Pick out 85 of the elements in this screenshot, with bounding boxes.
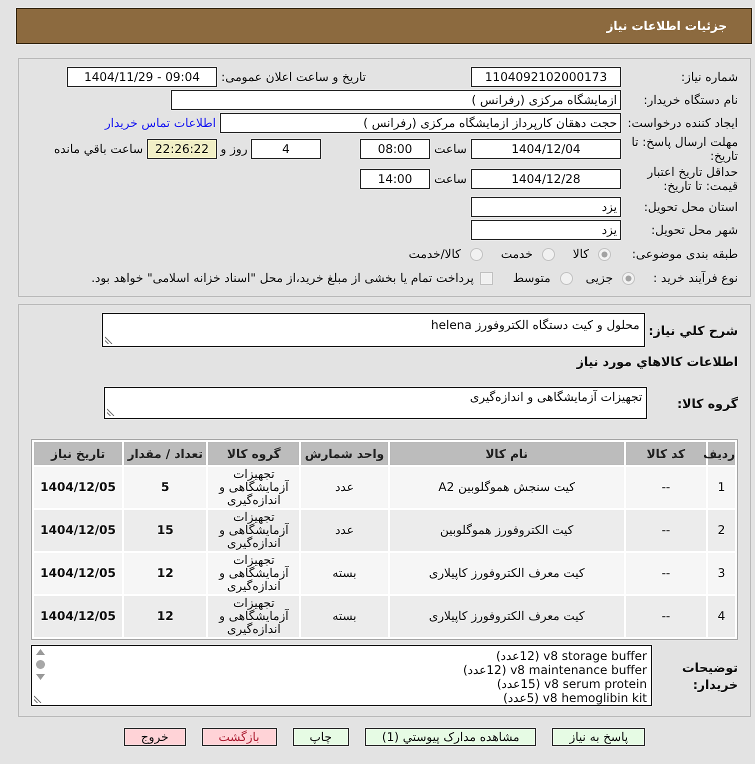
resize-grip-icon[interactable] [105,336,113,344]
table-cell: -- [626,467,706,508]
description-field[interactable]: محلول و کیت دستگاه الکتروفورز helena [102,313,645,347]
radio-label: جزیی [586,271,613,285]
buyer-name-field[interactable]: ازمایشگاه مرکزی (رفرانس ) [171,90,621,110]
table-cell: 1404/12/05 [34,553,122,594]
table-cell: کیت الکتروفورز هموگلوبین [390,510,624,551]
table-cell: -- [626,596,706,637]
field-label: طبقه بندی موضوعی: [630,247,738,261]
table-cell: 1404/12/05 [34,596,122,637]
table-cell: کیت معرف الکتروفورز کاپیلاری [390,553,624,594]
field-label: حداقل تاریخ اعتبار قیمت: تا تاریخ: [646,165,738,193]
buyer-notes-field[interactable]: v8 storage buffer (12عدد) v8 maintenance buffer (12عدد) v8 serum protein (15عدد) v8 hemoglibin kit (5عدد) [31,645,652,706]
goods-group-field[interactable]: تجهیزات آزمایشگاهی و اندازه‌گیری [104,387,648,419]
radio-label: متوسط [512,271,551,285]
back-button[interactable]: بازگشت [202,728,276,746]
field-label: ساعت [433,142,468,156]
field-label: تاریخ و ساعت اعلان عمومی: [220,70,366,84]
section-heading: اطلاعات کالاهاي مورد نياز [575,354,738,370]
table-cell: 3 [708,553,735,594]
field-label: شهر محل تحویل: [650,223,738,237]
field-label: نوع فرآیند خرید : [652,271,738,285]
field-label: شماره نیاز: [680,70,738,84]
column-header: گروه کالا [208,442,300,465]
announcement-date-field[interactable]: 1404/11/29 - 09:04 [67,67,217,87]
column-header: تاریخ نیاز [34,442,122,465]
radio-label: کالا/خدمت [408,247,461,261]
table-cell: 12 [124,596,206,637]
checkbox-label: پرداخت تمام یا بخشی از مبلغ خرید،از محل "اسناد خزانه اسلامی" خواهد بود. [91,271,474,285]
table-cell: -- [626,510,706,551]
table-cell: کیت سنجش هموگلوبین A2 [390,467,624,508]
column-header: نام کالا [390,442,624,465]
time-field[interactable]: 14:00 [360,169,430,189]
radio-label: خدمت [500,247,533,261]
reply-button[interactable]: پاسخ به نیاز [552,728,646,746]
field-label: گروه کالا: [677,394,738,412]
table-cell: تجهیزات آزمایشگاهی و اندازه‌گیری [208,596,300,637]
page-title: جزئیات اطلاعات نیاز [606,19,727,33]
field-label: توضیحات خریدار: [681,658,738,692]
need-number-field[interactable]: 1104092102000173 [471,67,621,87]
resize-grip-icon[interactable] [107,408,115,416]
table-cell: 15 [124,510,206,551]
table-cell: 1404/12/05 [34,510,122,551]
table-cell: 4 [708,596,735,637]
exit-button[interactable]: خروج [124,728,186,746]
requester-field[interactable]: حجت دهقان کارپرداز ازمایشگاه مرکزی (رفرانس ) [220,113,621,133]
date-field[interactable]: 1404/12/28 [471,169,621,189]
radio-label: کالا [572,247,589,261]
city-field[interactable]: یزد [471,220,621,240]
table-cell: عدد [301,467,388,508]
table-cell: 12 [124,553,206,594]
scroll-thumb-icon[interactable] [36,660,45,669]
table-cell: بسته [301,596,388,637]
table-cell: تجهیزات آزمایشگاهی و اندازه‌گیری [208,553,300,594]
scroll-up-icon[interactable] [36,649,45,655]
table-cell: 1404/12/05 [34,467,122,508]
field-label: استان محل تحویل: [642,200,738,214]
table-cell: 2 [708,510,735,551]
date-field[interactable]: 1404/12/04 [471,139,621,159]
days-field[interactable]: 4 [251,139,321,159]
field-label: ایجاد کننده درخواست: [626,116,738,130]
field-label: روز و [219,142,248,156]
table-cell: 1 [708,467,735,508]
contact-link[interactable]: اطلاعات تماس خریدار [104,116,216,130]
print-button[interactable]: چاپ [292,728,349,746]
field-label: ساعت [433,172,468,186]
table-cell: بسته [301,553,388,594]
table-cell: تجهیزات آزمایشگاهی و اندازه‌گیری [208,510,300,551]
attachments-button[interactable]: مشاهده مدارک پیوستي (1) [364,728,536,746]
field-label: شرح کلي نياز: [648,322,738,338]
resize-grip-icon[interactable] [34,695,42,703]
table-cell: -- [626,553,706,594]
field-label: ساعت باقي مانده [54,142,143,156]
field-label: نام دستگاه خریدار: [642,93,738,107]
column-header: واحد شمارش [301,442,388,465]
province-field[interactable]: یزد [471,197,621,217]
table-cell: عدد [301,510,388,551]
countdown-field: 22:26:22 [147,139,217,159]
table-cell: کیت معرف الکتروفورز کاپیلاری [390,596,624,637]
table-cell: 5 [124,467,206,508]
table-cell: تجهیزات آزمایشگاهی و اندازه‌گیری [208,467,300,508]
column-header: تعداد / مقدار [124,442,206,465]
field-label: مهلت ارسال پاسخ: تا تاریخ: [630,135,738,163]
scroll-down-icon[interactable] [36,674,45,680]
time-field[interactable]: 08:00 [360,139,430,159]
